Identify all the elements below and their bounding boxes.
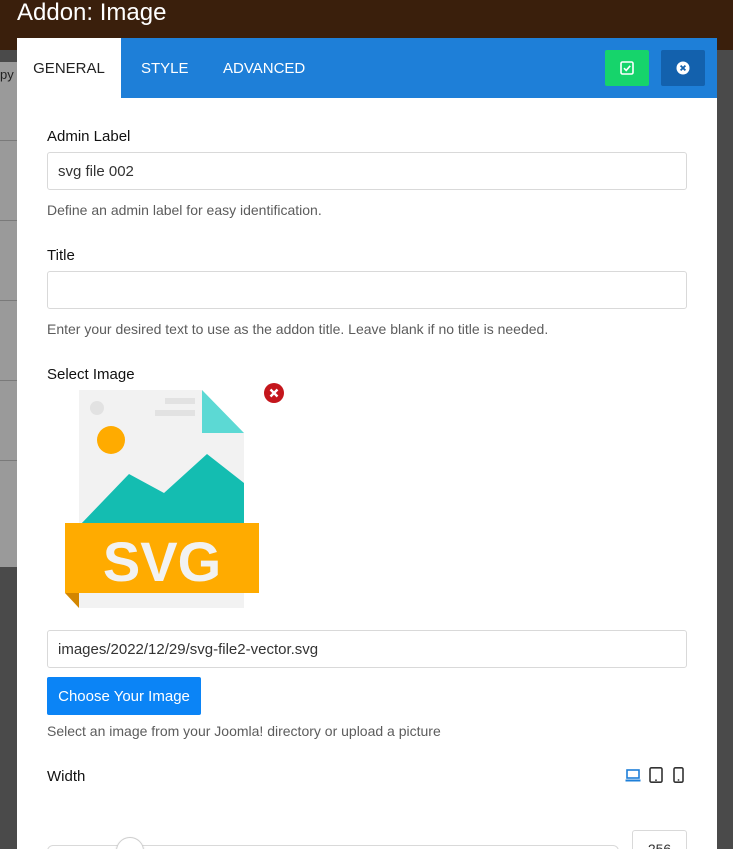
backdrop-divider [0,300,17,301]
tablet-icon[interactable] [649,767,663,788]
choose-image-button[interactable]: Choose Your Image [47,677,201,715]
check-square-icon [620,61,634,75]
select-image-help: Select an image from your Joomla! direct… [47,723,441,739]
backdrop-divider [0,140,17,141]
title-help: Enter your desired text to use as the ad… [47,321,549,337]
backdrop-divider [0,220,17,221]
admin-label-heading: Admin Label [47,128,131,145]
backdrop-divider [0,380,17,381]
close-button[interactable] [661,50,705,86]
title-input[interactable] [47,271,687,309]
width-slider-handle[interactable] [116,837,144,849]
width-heading: Width [47,768,86,785]
save-button[interactable] [605,50,649,86]
admin-label-input[interactable] [47,152,687,190]
mobile-icon[interactable] [673,767,684,788]
tab-style[interactable]: STYLE [141,38,189,98]
tab-advanced[interactable]: ADVANCED [223,38,305,98]
image-path-input[interactable] [47,630,687,668]
admin-label-help: Define an admin label for easy identific… [47,202,322,218]
tab-general[interactable]: GENERAL [17,38,121,98]
device-switcher [625,767,687,787]
tab-bar: GENERAL STYLE ADVANCED [17,38,717,98]
title-heading: Title [47,247,75,264]
backdrop-panel [0,62,17,567]
page-title: Addon: Image [17,0,167,26]
width-value-input[interactable] [632,830,687,849]
addon-modal: GENERAL STYLE ADVANCED Admin Label Defin… [17,38,717,849]
close-circle-icon [676,61,690,75]
backdrop-text: py [0,67,14,82]
svg-file-preview-image: SVG [65,390,259,608]
backdrop-divider [0,460,17,461]
remove-image-icon[interactable] [263,382,285,404]
desktop-icon[interactable] [625,767,641,788]
svg-preview-text: SVG [103,530,221,593]
